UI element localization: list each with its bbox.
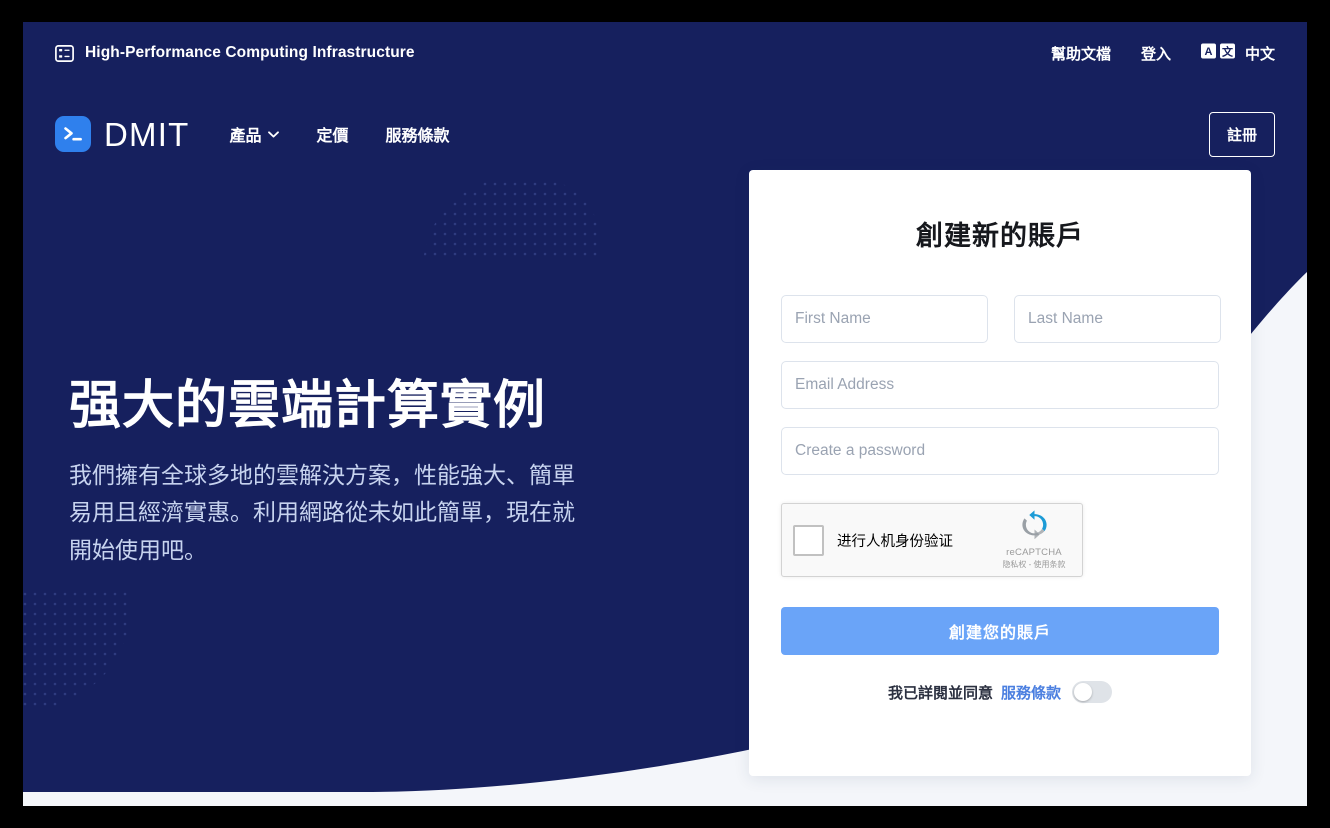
- brand-name: DMIT: [104, 115, 190, 153]
- nav-terms[interactable]: 服務條款: [385, 122, 449, 146]
- translate-icon: A 文: [1200, 43, 1238, 64]
- recaptcha-icon: [997, 510, 1071, 546]
- toggle-knob: [1074, 683, 1093, 701]
- language-label: 中文: [1244, 45, 1275, 63]
- terms-of-service-link[interactable]: 服務條款: [1001, 682, 1061, 703]
- signup-card: 創建新的賬戶 进行人机身份验证: [749, 170, 1251, 776]
- recaptcha-brand-name: reCAPTCHA: [1006, 547, 1062, 559]
- recaptcha-terms[interactable]: 隐私权 - 使用条款: [997, 560, 1071, 570]
- server-rack-icon: [55, 44, 74, 62]
- register-button[interactable]: 註冊: [1208, 111, 1275, 157]
- hero-section: 强大的雲端計算實例 我們擁有全球多地的雲解決方案，性能強大、簡單易用且經濟實惠。…: [69, 377, 629, 569]
- page-root: High-Performance Computing Infrastructur…: [23, 22, 1307, 806]
- first-name-input[interactable]: [781, 295, 988, 343]
- language-switcher[interactable]: A 文 中文: [1200, 43, 1275, 64]
- nav-pricing[interactable]: 定價: [316, 122, 348, 146]
- name-row: [781, 295, 1221, 343]
- recaptcha-checkbox[interactable]: [793, 524, 824, 556]
- login-link[interactable]: 登入: [1141, 43, 1171, 64]
- nav-links: 產品 定價 服務條款: [229, 122, 449, 146]
- terms-agreement-toggle[interactable]: [1072, 681, 1113, 703]
- help-docs-link[interactable]: 幫助文檔: [1051, 43, 1111, 64]
- svg-text:A: A: [1205, 46, 1213, 58]
- hero-paragraph: 我們擁有全球多地的雲解決方案，性能強大、簡單易用且經濟實惠。利用網路從未如此簡單…: [69, 462, 575, 563]
- topbar-title: High-Performance Computing Infrastructur…: [85, 44, 415, 61]
- terms-agreement-text: 我已詳閱並同意: [887, 684, 993, 702]
- nav-products[interactable]: 產品: [229, 122, 280, 146]
- chevron-down-icon: [268, 125, 280, 143]
- recaptcha-branding: reCAPTCHA 隐私权 - 使用条款: [997, 510, 1071, 569]
- email-input[interactable]: [781, 361, 1219, 409]
- recaptcha-widget[interactable]: 进行人机身份验证 reCAPTCHA 隐私权 - 使用条款: [781, 503, 1083, 577]
- nav-products-label: 產品: [229, 128, 262, 145]
- svg-text:文: 文: [1222, 44, 1234, 58]
- terms-agreement-row: 我已詳閱並同意 服務條款: [781, 681, 1219, 703]
- last-name-input[interactable]: [1014, 295, 1221, 343]
- topbar-links: 幫助文檔 登入 A 文 中文: [1051, 43, 1275, 64]
- signup-form: 进行人机身份验证 reCAPTCHA 隐私权 - 使用条款 創建您的賬戶 我已: [781, 295, 1221, 703]
- nav-terms-label: 服務條款: [385, 128, 450, 145]
- recaptcha-label: 进行人机身份验证: [837, 533, 953, 550]
- top-utility-bar: High-Performance Computing Infrastructur…: [23, 22, 1307, 84]
- signup-title: 創建新的賬戶: [916, 221, 1084, 251]
- create-account-button[interactable]: 創建您的賬戶: [781, 607, 1219, 655]
- brand-logo[interactable]: DMIT: [55, 116, 189, 152]
- password-input[interactable]: [781, 427, 1219, 475]
- topbar-brandline: High-Performance Computing Infrastructur…: [55, 44, 415, 62]
- nav-pricing-label: 定價: [316, 128, 349, 145]
- hero-heading: 强大的雲端計算實例: [69, 377, 547, 435]
- terminal-prompt-icon: [55, 116, 91, 152]
- main-navbar: DMIT 產品 定價 服務條款 註冊: [23, 84, 1307, 184]
